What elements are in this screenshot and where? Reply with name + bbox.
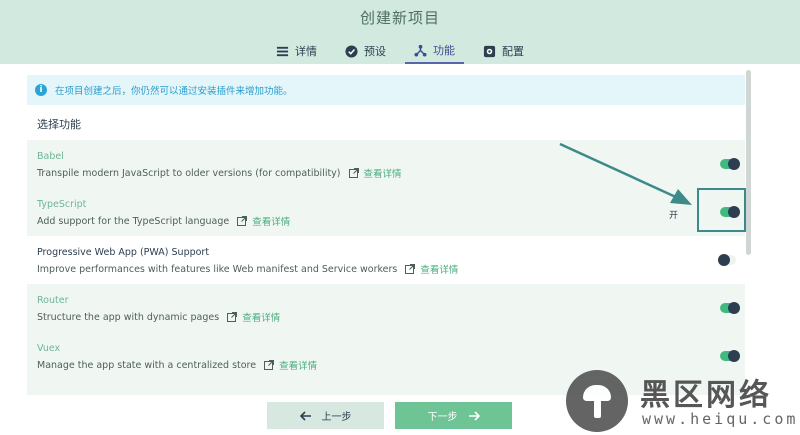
more-info-link[interactable]: 查看详情 <box>242 310 280 324</box>
arrow-right-icon <box>468 410 480 421</box>
feature-toggle[interactable] <box>720 158 740 170</box>
tab-presets[interactable]: 预设 <box>336 38 395 64</box>
toggle-knob <box>728 158 740 170</box>
external-link-icon <box>405 264 416 274</box>
tab-features[interactable]: 功能 <box>405 38 464 64</box>
feature-panel: i 在项目创建之后，你仍然可以通过安装插件来增加功能。 选择功能 Babel T… <box>27 70 745 395</box>
annotation-highlight-box <box>697 188 746 232</box>
arrow-left-icon <box>299 410 311 421</box>
more-info-link[interactable]: 查看详情 <box>279 358 317 372</box>
more-info-link[interactable]: 查看详情 <box>364 166 402 180</box>
watermark: 黑区网络 www.heiqu.com <box>566 368 798 432</box>
feature-toggle[interactable] <box>720 350 740 362</box>
check-circle-icon <box>345 44 358 58</box>
feature-name: TypeScript <box>37 199 87 210</box>
prev-label: 上一步 <box>321 412 352 423</box>
watermark-title: 黑区网络 <box>640 378 772 413</box>
feature-router[interactable]: Router Structure the app with dynamic pa… <box>27 284 745 332</box>
tab-label: 功能 <box>433 44 455 57</box>
feature-toggle[interactable] <box>720 302 740 314</box>
toggle-knob <box>728 350 740 362</box>
external-link-icon <box>348 168 359 178</box>
feature-desc: Transpile modern JavaScript to older ver… <box>37 166 402 181</box>
info-banner: i 在项目创建之后，你仍然可以通过安装插件来增加功能。 <box>27 75 745 105</box>
feature-pwa[interactable]: Progressive Web App (PWA) Support Improv… <box>27 236 745 284</box>
list-icon <box>276 46 289 56</box>
external-link-icon <box>264 360 275 370</box>
feature-babel[interactable]: Babel Transpile modern JavaScript to old… <box>27 140 745 188</box>
feature-name: Vuex <box>37 343 61 354</box>
external-link-icon <box>227 312 238 322</box>
info-icon: i <box>35 84 47 96</box>
more-info-link[interactable]: 查看详情 <box>252 214 290 228</box>
section-title: 选择功能 <box>37 118 81 131</box>
feature-typescript[interactable]: TypeScript Add support for the TypeScrip… <box>27 188 745 236</box>
feature-desc: Structure the app with dynamic pages 查看详… <box>37 310 280 325</box>
tab-label: 配置 <box>502 45 524 58</box>
header: 创建新项目 详情 预设 功能 配置 <box>0 0 800 64</box>
scrollbar[interactable] <box>746 70 751 255</box>
feature-desc: Improve performances with features like … <box>37 262 458 277</box>
tab-label: 预设 <box>364 45 386 58</box>
feature-name: Babel <box>37 151 64 162</box>
feature-name: Router <box>37 295 69 306</box>
page-title: 创建新项目 <box>359 9 440 27</box>
prev-button[interactable]: 上一步 <box>267 402 384 429</box>
logo-mushroom-stem <box>594 400 601 418</box>
feature-desc-text: Manage the app state with a centralized … <box>37 359 257 371</box>
watermark-url: www.heiqu.com <box>642 410 799 428</box>
external-link-icon <box>237 216 248 226</box>
settings-icon <box>483 45 496 57</box>
feature-name: Progressive Web App (PWA) Support <box>37 247 210 258</box>
feature-desc-text: Transpile modern JavaScript to older ver… <box>37 167 341 179</box>
feature-desc: Manage the app state with a centralized … <box>37 358 317 373</box>
toggle-knob <box>728 302 740 314</box>
feature-desc: Add support for the TypeScript language … <box>37 214 290 229</box>
watermark-logo <box>566 370 628 432</box>
next-button[interactable]: 下一步 <box>395 402 512 429</box>
logo-mushroom-cap <box>583 385 611 401</box>
feature-desc-text: Improve performances with features like … <box>37 263 398 275</box>
more-info-link[interactable]: 查看详情 <box>420 262 458 276</box>
info-text: 在项目创建之后，你仍然可以通过安装插件来增加功能。 <box>55 86 293 97</box>
fork-icon <box>414 44 427 57</box>
tab-bar: 详情 预设 功能 配置 <box>0 38 800 64</box>
next-label: 下一步 <box>427 412 458 423</box>
feature-desc-text: Structure the app with dynamic pages <box>37 311 220 323</box>
tab-label: 详情 <box>295 45 317 58</box>
tab-config[interactable]: 配置 <box>474 38 533 64</box>
feature-toggle[interactable] <box>718 254 736 266</box>
feature-desc-text: Add support for the TypeScript language <box>37 215 230 227</box>
tab-details[interactable]: 详情 <box>267 38 326 64</box>
toggle-knob <box>718 254 730 266</box>
switch-on-label: 开 <box>669 211 679 221</box>
